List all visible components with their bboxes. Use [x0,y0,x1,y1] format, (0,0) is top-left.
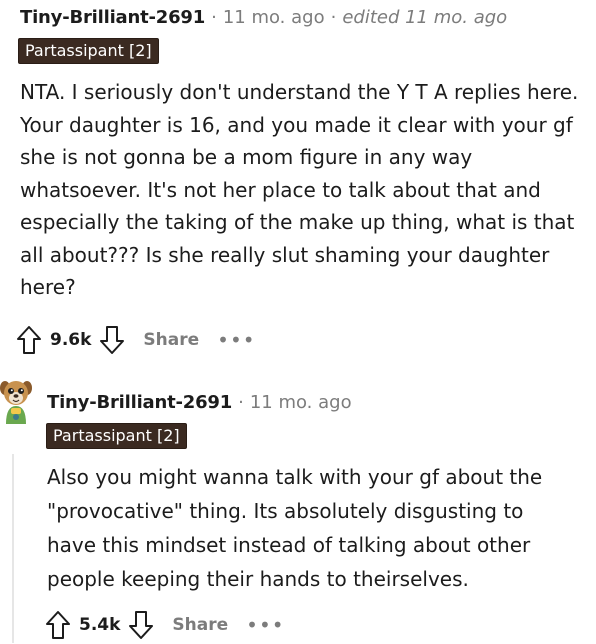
comment-timestamp[interactable]: 11 mo. ago [250,392,352,414]
comment-meta: Tiny-Brilliant-2691 · 11 mo. ago · edite… [20,7,507,29]
more-options-icon[interactable]: ••• [217,328,255,352]
vote-score: 9.6k [50,330,92,350]
separator-dot: · [330,7,337,28]
edited-label: edited 11 mo. ago [342,7,508,28]
comment-line: all about??? Is she really slut shaming … [20,242,550,267]
comment-actions: 5.4k Share ••• [45,610,285,640]
more-options-icon[interactable]: ••• [246,613,284,637]
comment-line: have this mindset instead of talking abo… [47,533,531,557]
comment-line: especially the taking of the make up thi… [20,210,575,234]
comment-meta: Tiny-Brilliant-2691 · 11 mo. ago [47,392,352,414]
user-avatar-icon[interactable] [0,376,32,442]
comment-body: NTA. I seriously don't understand the Y … [20,76,592,304]
share-button[interactable]: Share [143,330,199,350]
upvote-arrow-icon[interactable] [16,325,42,355]
upvote-arrow-icon[interactable] [45,610,71,640]
comment-timestamp[interactable]: 11 mo. ago [223,7,325,29]
comment-actions: 9.6k Share ••• [16,325,256,355]
user-flair: Partassipant [2] [46,423,187,449]
comment-line: Your daughter is 16, and you made it cle… [20,112,573,137]
comment-author[interactable]: Tiny-Brilliant-2691 [47,392,232,414]
comment-line: "provocative" thing. Its absolutely disg… [47,499,524,523]
comment-body: Also you might wanna talk with your gf a… [47,460,592,596]
user-flair: Partassipant [2] [18,38,159,64]
separator-dot: · [211,7,217,28]
comment-author[interactable]: Tiny-Brilliant-2691 [20,7,205,29]
comment-line: here? [20,275,76,299]
separator-dot: · [238,392,244,413]
thread-line[interactable] [12,454,14,643]
share-button[interactable]: Share [172,615,228,635]
comment-line: NTA. I seriously don't understand the Y … [20,80,579,104]
downvote-arrow-icon[interactable] [99,325,125,355]
comment-line: Also you might wanna talk with your gf a… [47,465,543,489]
downvote-arrow-icon[interactable] [128,610,154,640]
comment-line: people keeping their hands to theirselve… [47,567,469,591]
vote-score: 5.4k [79,615,121,635]
comment-line: whatsoever. It's not her place to talk a… [20,177,541,202]
comment-line: she is not gonna be a mom figure in any … [20,145,473,169]
